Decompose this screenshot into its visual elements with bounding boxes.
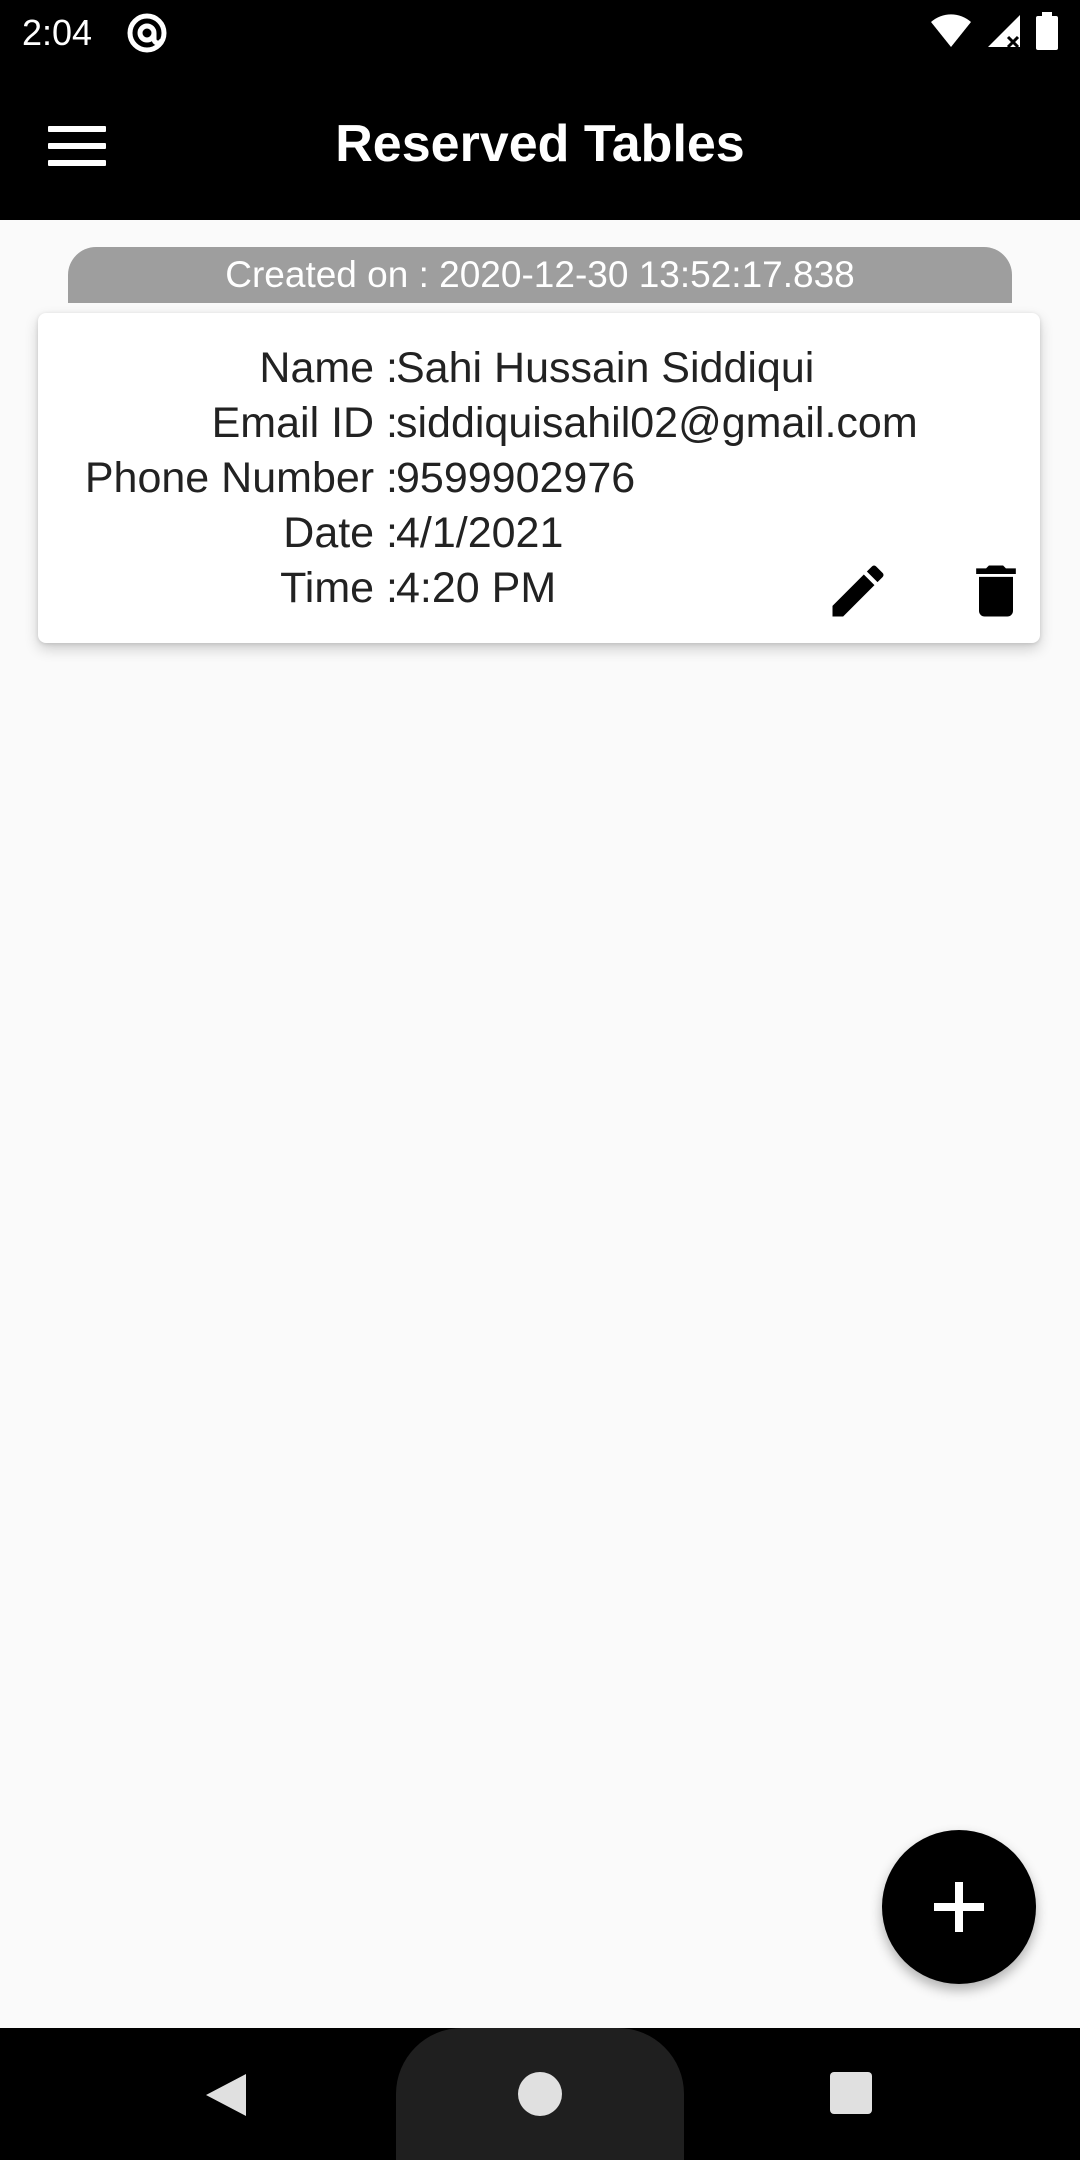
wifi-icon (930, 13, 972, 54)
date-value: 4/1/2021 (396, 509, 564, 557)
plus-icon (934, 1882, 984, 1932)
home-icon[interactable] (518, 2072, 562, 2116)
date-row: Date : 4/1/2021 (38, 506, 1040, 561)
created-on-label: Created on : 2020-12-30 13:52:17.838 (68, 247, 1012, 303)
email-row: Email ID : siddiquisahil02@gmail.com (38, 396, 1040, 451)
phone-value: 9599902976 (396, 454, 636, 502)
reservation-card: Name : Sahi Hussain Siddiqui Email ID : … (38, 313, 1040, 643)
pencil-icon (832, 565, 884, 617)
back-icon[interactable] (204, 2072, 248, 2123)
page-title: Reserved Tables (335, 115, 745, 173)
add-reservation-button[interactable] (882, 1830, 1036, 1984)
at-sign-icon (126, 12, 168, 54)
app-bar: Reserved Tables (0, 66, 1080, 220)
phone-row: Phone Number : 9599902976 (38, 451, 1040, 506)
status-time: 2:04 (22, 12, 93, 53)
phone-label: Phone Number : (84, 454, 398, 502)
status-bar: 2:04 (0, 0, 1080, 66)
name-label: Name : (259, 344, 398, 392)
name-value: Sahi Hussain Siddiqui (396, 344, 815, 392)
battery-icon (1036, 11, 1058, 55)
trash-icon (976, 565, 1016, 617)
navigation-bar (0, 2028, 1080, 2160)
status-icons (930, 11, 1058, 55)
time-value: 4:20 PM (396, 564, 557, 612)
signal-icon (986, 13, 1022, 54)
delete-button[interactable] (962, 557, 1030, 625)
date-label: Date : (283, 509, 398, 557)
time-label: Time : (280, 564, 398, 612)
email-value: siddiquisahil02@gmail.com (396, 399, 918, 447)
email-label: Email ID : (211, 399, 398, 447)
recents-icon[interactable] (830, 2072, 872, 2114)
edit-button[interactable] (824, 557, 892, 625)
name-row: Name : Sahi Hussain Siddiqui (38, 341, 1040, 396)
